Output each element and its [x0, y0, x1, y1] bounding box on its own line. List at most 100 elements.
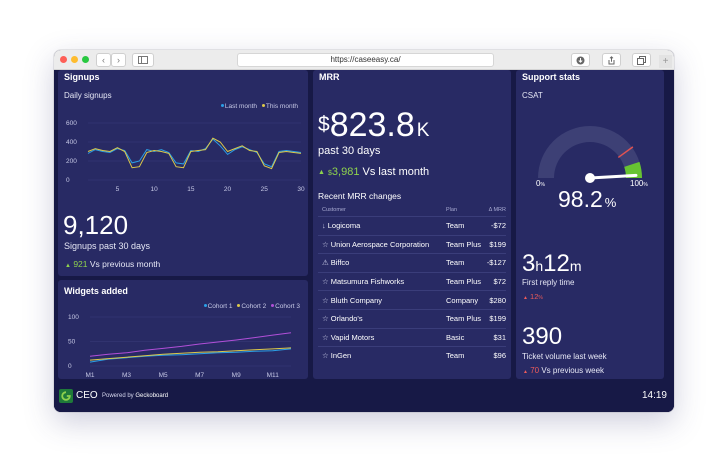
widget-title: Support stats — [522, 72, 581, 82]
signups-total-label: Signups past 30 days — [64, 241, 151, 251]
x-tick-label: 20 — [224, 186, 232, 192]
mrr-suffix: K — [416, 120, 430, 141]
plan-cell: Team — [446, 253, 486, 273]
csat-gauge — [538, 126, 642, 183]
table-header-row: Customer Plan Δ MRR — [318, 206, 506, 217]
first-reply-time: 3h12m — [522, 250, 582, 278]
mrr-amount: 823.8 — [329, 106, 415, 144]
volume-change-value: 70 — [530, 366, 540, 375]
powered-by-prefix: Powered by — [102, 393, 134, 399]
x-tick-label: M5 — [159, 372, 168, 379]
sidebar-icon — [138, 56, 148, 64]
y-tick-label: 0 — [68, 363, 72, 370]
maximize-window-button[interactable] — [82, 56, 89, 63]
x-tick-label: 10 — [150, 186, 158, 192]
close-window-button[interactable] — [60, 56, 67, 63]
up-arrow-icon: ▲ — [523, 295, 528, 301]
back-button[interactable]: ‹ — [96, 53, 111, 67]
currency-symbol: $ — [318, 113, 330, 136]
table-row: ☆ Union Aerospace Corporation Team Plus $19… — [318, 234, 506, 254]
signups-change-text: Vs previous month — [89, 259, 161, 269]
mrr-period: past 30 days — [318, 145, 381, 157]
mrr-table-title: Recent MRR changes — [318, 191, 402, 201]
gauge-unit: % — [540, 182, 545, 188]
y-tick-label: 100 — [68, 314, 79, 321]
forward-button[interactable]: › — [111, 53, 126, 67]
share-icon — [608, 55, 615, 64]
plan-cell: Team — [446, 216, 486, 236]
table-row: ☆ Orlando's Team Plus $199 — [318, 308, 506, 329]
share-button[interactable] — [602, 53, 621, 67]
y-tick-label: 200 — [66, 158, 77, 165]
legend-dot-cohort-2 — [237, 304, 241, 308]
dashboard-footer: CEO Powered by Geckoboard 14:19 — [54, 381, 674, 412]
customer-cell: ☆ Vapid Motors — [318, 327, 446, 347]
table-row: ☆ Bluth Company Company $280 — [318, 290, 506, 310]
mrr-delta-cell: -$127 — [486, 253, 506, 273]
reply-hours: 3 — [522, 250, 536, 277]
gauge-min-label: 0% — [536, 179, 545, 188]
plan-cell: Basic — [446, 327, 486, 347]
powered-by: Powered by Geckoboard — [102, 393, 168, 399]
new-customer-icon: ☆ — [322, 295, 329, 305]
x-tick-label: 15 — [187, 186, 195, 192]
x-tick-label: 5 — [116, 186, 120, 192]
reply-change: ▲ 12% — [523, 292, 543, 301]
new-customer-icon: ☆ — [322, 277, 329, 287]
widget-title: Widgets added — [64, 286, 128, 296]
tabs-overview-button[interactable] — [632, 53, 651, 67]
widget-title: MRR — [319, 72, 340, 82]
series-line-1 — [89, 348, 292, 363]
download-button[interactable] — [571, 53, 590, 67]
minimize-window-button[interactable] — [71, 56, 78, 63]
sidebar-toggle-button[interactable] — [132, 53, 154, 67]
series-line-2 — [87, 137, 302, 170]
address-bar[interactable]: https://caseeasy.ca/ — [237, 53, 494, 67]
signups-total: 9,120 — [63, 210, 129, 240]
gauge-max-value: 100 — [630, 179, 644, 188]
customer-cell: ☆ Bluth Company — [318, 290, 446, 310]
customer-name: Matsumura Fishworks — [330, 277, 405, 287]
table-row: ↓ Logicoma Team -$72 — [318, 216, 506, 236]
mrr-delta-cell: $72 — [486, 271, 506, 291]
x-tick-label: M3 — [122, 372, 131, 379]
csat-unit: % — [604, 195, 617, 210]
volume-change-text: Vs previous week — [541, 366, 605, 375]
volume-change: ▲ 70 Vs previous week — [523, 366, 604, 375]
mrr-widget: MRR $823.8 K past 30 days ▲ $3,981 Vs las… — [313, 70, 511, 379]
x-tick-label: 30 — [297, 186, 305, 192]
mrr-value: $823.8 K — [318, 106, 429, 145]
gauge-max-label: 100% — [630, 179, 648, 188]
column-header-customer: Customer — [322, 207, 346, 213]
reply-minutes: 12 — [543, 250, 570, 277]
new-tab-button[interactable]: + — [659, 55, 672, 68]
customer-cell: ☆ Orlando's — [318, 308, 446, 329]
browser-toolbar: ‹ › https://caseeasy.ca/ + — [54, 50, 674, 70]
x-tick-label: M1 — [85, 372, 94, 379]
clock: 14:19 — [641, 390, 667, 401]
signups-widget: Signups Daily signups Last month This mo… — [58, 70, 308, 276]
x-tick-label: M9 — [232, 372, 241, 379]
customer-name: Vapid Motors — [330, 332, 375, 342]
powered-by-brand[interactable]: Geckoboard — [135, 393, 168, 399]
up-arrow-icon: ▲ — [523, 369, 528, 375]
y-tick-label: 0 — [66, 177, 70, 184]
warning-icon: ⚠ — [322, 258, 329, 268]
mrr-delta-cell: $280 — [486, 290, 506, 310]
downgrade-icon: ↓ — [322, 221, 326, 231]
dashboard: Signups Daily signups Last month This mo… — [54, 70, 674, 412]
geckoboard-logo-icon — [59, 389, 73, 403]
customer-cell: ↓ Logicoma — [318, 216, 446, 236]
up-arrow-icon: ▲ — [65, 263, 71, 269]
new-customer-icon: ☆ — [322, 314, 329, 324]
plan-cell: Team Plus — [446, 308, 486, 329]
customer-name: Biffco — [330, 258, 350, 268]
up-arrow-icon: ▲ — [318, 169, 325, 176]
daily-signups-chart: 600 400 200 0 5 10 15 20 25 30 — [66, 120, 305, 192]
mrr-delta-cell: $199 — [486, 234, 506, 254]
new-customer-icon: ☆ — [322, 239, 329, 249]
plan-cell: Team — [446, 346, 486, 365]
mrr-delta-cell: $199 — [486, 308, 506, 329]
legend-dot-cohort-3 — [271, 304, 275, 308]
widgets-added-widget: Widgets added Cohort 1 Cohort 2 Cohort 3… — [58, 280, 308, 379]
